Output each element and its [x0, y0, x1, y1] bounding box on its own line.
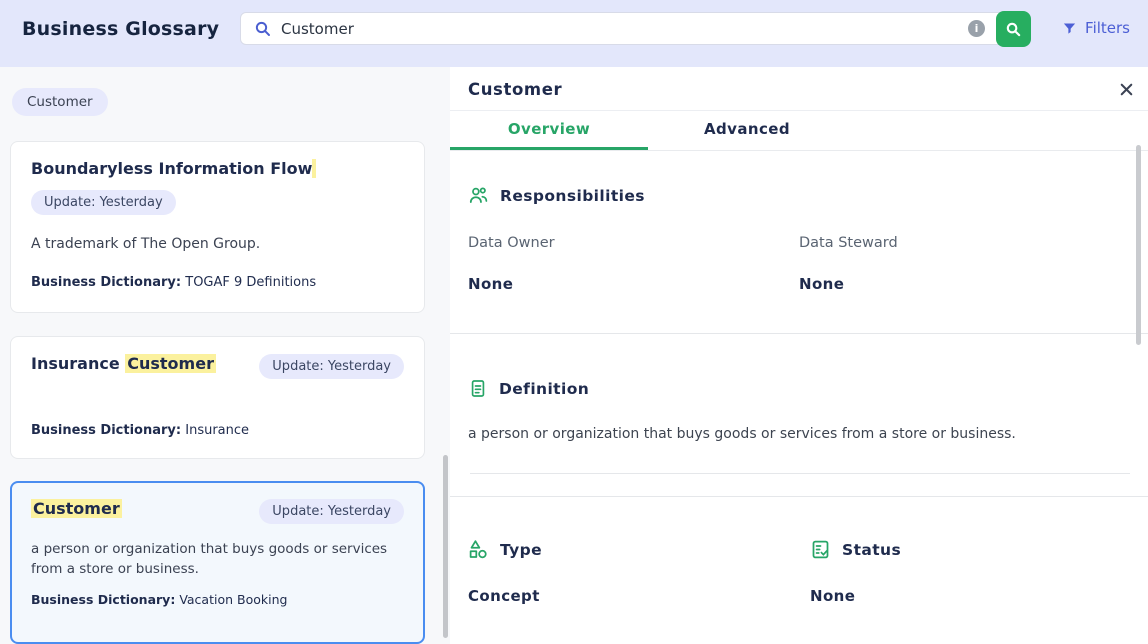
- update-badge: Update: Yesterday: [259, 499, 404, 524]
- glossary-card-boundaryless-information-flow[interactable]: Boundaryless Information Flow Update: Ye…: [10, 141, 425, 313]
- card-description: A trademark of The Open Group.: [31, 234, 404, 254]
- business-dictionary-line: Business Dictionary: TOGAF 9 Definitions: [31, 275, 404, 290]
- glossary-card-insurance-customer[interactable]: Insurance Customer Update: Yesterday Bus…: [10, 336, 425, 459]
- business-dictionary-value: Vacation Booking: [179, 592, 287, 607]
- results-panel: Customer Boundaryless Information Flow U…: [0, 67, 450, 644]
- card-description: a person or organization that buys goods…: [31, 540, 404, 579]
- search-match-highlight: Customer: [125, 354, 216, 373]
- responsibilities-section: Responsibilities Data Owner None Data St…: [450, 151, 1148, 334]
- detail-tabs: Overview Advanced: [450, 111, 1148, 151]
- active-filter-chip[interactable]: Customer: [12, 88, 108, 116]
- top-header: Business Glossary i Filters: [0, 0, 1148, 67]
- card-title: Customer: [31, 499, 122, 518]
- data-owner-value: None: [468, 275, 799, 293]
- definition-title: Definition: [499, 380, 589, 398]
- responsibilities-title: Responsibilities: [500, 187, 645, 205]
- responsibilities-icon: [468, 185, 489, 206]
- glossary-card-customer-selected[interactable]: Customer Update: Yesterday a person or o…: [10, 481, 425, 644]
- definition-section: Definition a person or organization that…: [450, 334, 1148, 497]
- tab-advanced[interactable]: Advanced: [648, 111, 846, 150]
- filters-button[interactable]: Filters: [1062, 19, 1130, 37]
- type-icon: [468, 539, 489, 560]
- type-status-section: Type Concept Status None: [450, 497, 1148, 605]
- card-title: Insurance Customer: [31, 354, 216, 373]
- search-match-highlight: [312, 159, 316, 178]
- data-steward-label: Data Steward: [799, 235, 1130, 251]
- filter-icon: [1062, 21, 1077, 36]
- search-button[interactable]: [996, 11, 1031, 47]
- business-dictionary-label: Business Dictionary:: [31, 275, 181, 290]
- card-title: Boundaryless Information Flow: [31, 159, 404, 178]
- definition-text: a person or organization that buys goods…: [450, 426, 1148, 442]
- status-field: Status None: [792, 539, 1134, 605]
- detail-term-title: Customer: [468, 80, 562, 99]
- business-dictionary-value: TOGAF 9 Definitions: [185, 275, 316, 290]
- business-dictionary-line: Business Dictionary: Insurance: [31, 423, 404, 438]
- filters-label: Filters: [1085, 19, 1130, 37]
- detail-panel-scrollbar[interactable]: [1136, 145, 1141, 345]
- search-bar: i: [240, 12, 1030, 45]
- status-title: Status: [842, 541, 901, 559]
- data-owner-field: Data Owner None: [468, 235, 799, 293]
- left-panel-scrollbar[interactable]: [443, 455, 448, 638]
- detail-header: Customer: [450, 67, 1148, 111]
- term-detail-panel: Customer Overview Advanced Responsibilit…: [450, 67, 1148, 644]
- data-steward-field: Data Steward None: [799, 235, 1130, 293]
- type-title: Type: [500, 541, 542, 559]
- status-value: None: [792, 587, 1134, 605]
- data-owner-label: Data Owner: [468, 235, 799, 251]
- type-field: Type Concept: [450, 539, 792, 605]
- definition-icon: [468, 378, 488, 399]
- close-icon[interactable]: [1117, 80, 1135, 98]
- update-badge: Update: Yesterday: [259, 354, 404, 379]
- tab-overview[interactable]: Overview: [450, 111, 648, 150]
- business-dictionary-label: Business Dictionary:: [31, 592, 175, 607]
- search-icon: [254, 20, 272, 38]
- search-match-highlight: Customer: [31, 499, 122, 518]
- status-icon: [810, 539, 831, 560]
- business-dictionary-line: Business Dictionary: Vacation Booking: [31, 592, 404, 607]
- data-steward-value: None: [799, 275, 1130, 293]
- search-input[interactable]: [281, 13, 841, 44]
- search-button-icon: [1005, 21, 1022, 38]
- type-value: Concept: [450, 587, 792, 605]
- app-title: Business Glossary: [22, 18, 219, 40]
- business-dictionary-label: Business Dictionary:: [31, 423, 181, 438]
- info-icon[interactable]: i: [968, 20, 985, 37]
- business-dictionary-value: Insurance: [185, 423, 249, 438]
- update-badge: Update: Yesterday: [31, 190, 176, 215]
